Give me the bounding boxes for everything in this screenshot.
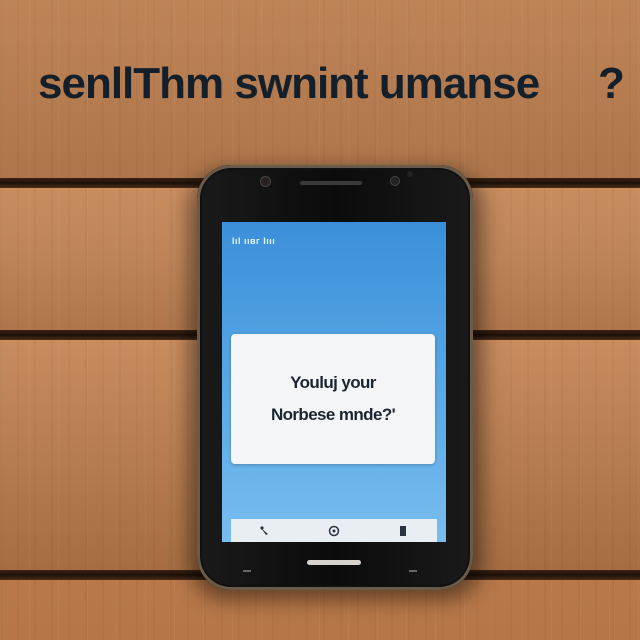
headline-words: senllThm swnint umanse	[38, 59, 540, 108]
smartphone: Iıl ııвг Iııı Youluj your Norbese mnde?'	[197, 165, 473, 590]
light-sensor	[407, 171, 413, 177]
proximity-sensor	[391, 177, 399, 185]
dialog-box[interactable]: Youluj your Norbese mnde?'	[231, 334, 435, 464]
home-icon[interactable]	[327, 524, 341, 538]
earpiece-speaker	[300, 181, 362, 185]
back-icon[interactable]	[258, 524, 272, 538]
headline-question-mark: ?	[598, 59, 625, 108]
front-camera	[261, 177, 270, 186]
bottom-left-sensor	[243, 570, 251, 572]
navigation-bar	[231, 519, 437, 542]
bottom-right-sensor	[409, 570, 417, 572]
dialog-line-2: Norbese mnde?'	[270, 405, 396, 424]
home-button[interactable]	[307, 560, 361, 565]
dialog-line-1: Youluj your	[290, 373, 376, 392]
recent-apps-icon[interactable]	[396, 524, 410, 538]
phone-screen: Iıl ııвг Iııı Youluj your Norbese mnde?'	[222, 222, 446, 542]
status-bar-text: Iıl ııвг Iııı	[232, 236, 276, 246]
headline-text: senllThm swnint umanse ?	[38, 58, 628, 110]
